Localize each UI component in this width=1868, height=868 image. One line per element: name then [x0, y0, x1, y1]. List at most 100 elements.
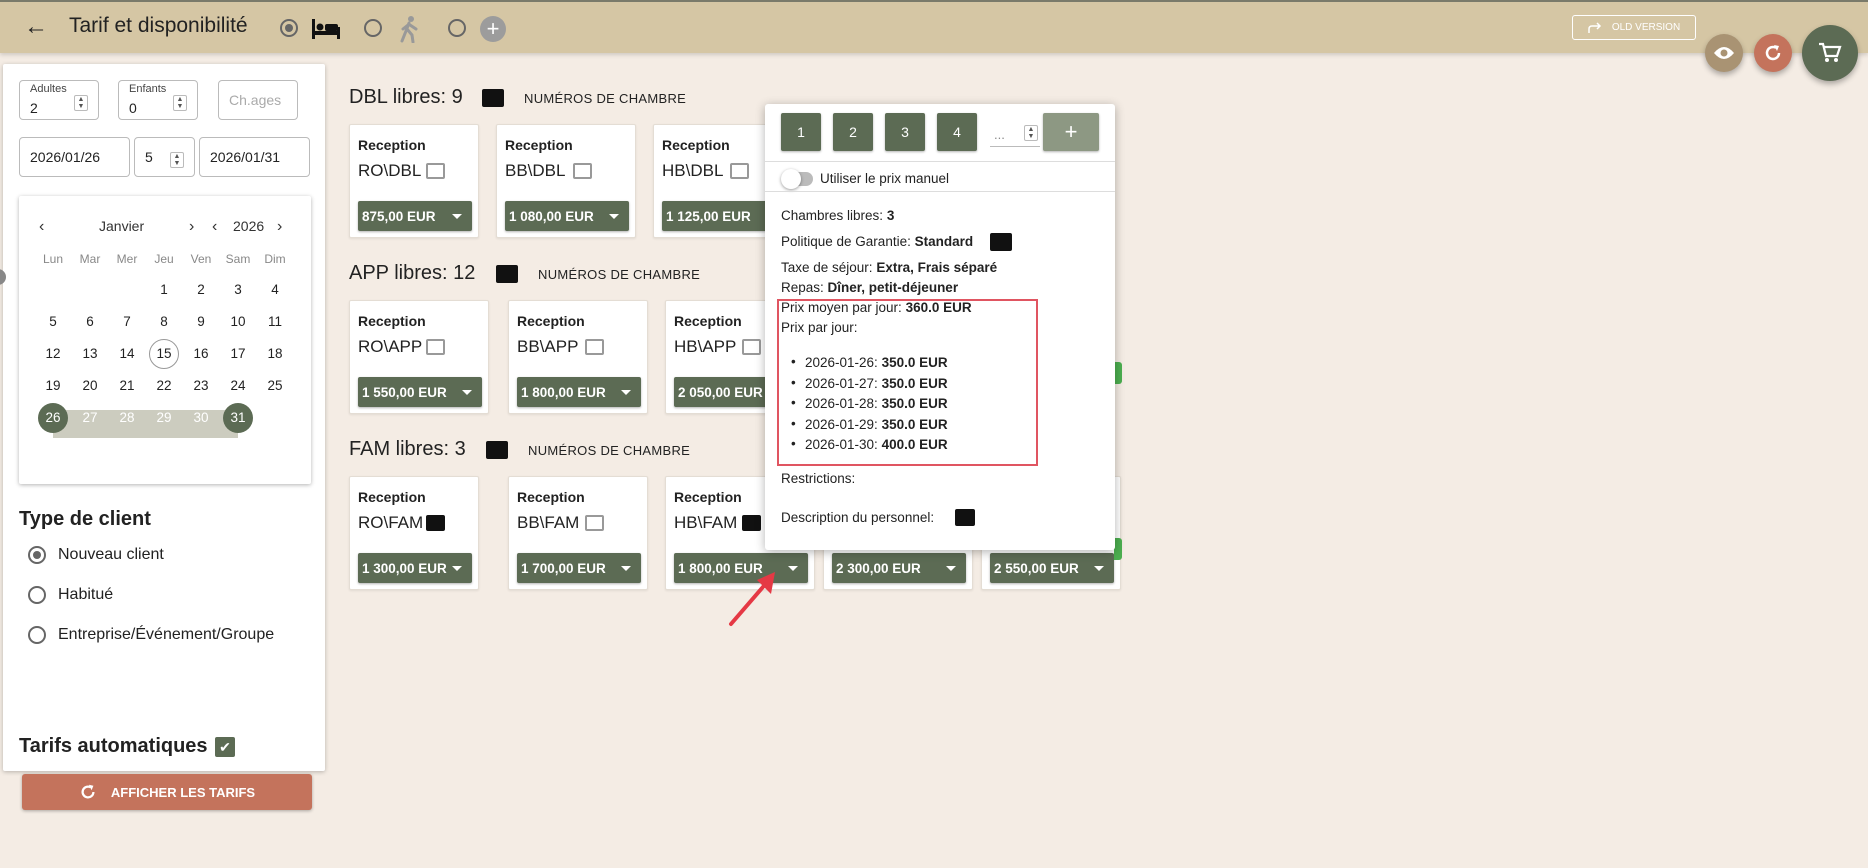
calendar-year[interactable]: 2026: [233, 218, 264, 234]
client-type-radio[interactable]: [28, 586, 46, 604]
mode-radio-add[interactable]: [448, 19, 466, 37]
add-rooms-button[interactable]: +: [1043, 113, 1099, 151]
calendar-day[interactable]: 28: [109, 404, 145, 432]
calendar-day[interactable]: 13: [72, 340, 108, 368]
calendar-day[interactable]: 25: [257, 372, 293, 400]
price-dropdown-button[interactable]: 1 300,00 EUR: [358, 553, 472, 583]
calendar-day[interactable]: 9: [183, 308, 219, 336]
price-dropdown-button[interactable]: 1 080,00 EUR: [505, 201, 629, 231]
price-dropdown-button[interactable]: 2 300,00 EUR: [832, 553, 966, 583]
calendar-day[interactable]: 15: [149, 339, 179, 369]
nights-stepper[interactable]: ▲ ▼: [170, 152, 184, 168]
prev-month-icon[interactable]: ‹: [39, 218, 44, 236]
quantity-stepper[interactable]: ▲ ▼: [1024, 125, 1038, 141]
calendar-day[interactable]: 8: [146, 308, 182, 336]
calendar-day[interactable]: 23: [183, 372, 219, 400]
calendar-day[interactable]: 31: [223, 403, 253, 433]
nights-value[interactable]: 5: [145, 149, 153, 165]
next-year-icon[interactable]: ›: [277, 218, 282, 236]
room-numbers-link[interactable]: NUMÉROS DE CHAMBRE: [538, 267, 700, 282]
rate-comment-icon[interactable]: [742, 515, 761, 531]
quantity-button[interactable]: 2: [833, 113, 873, 151]
preview-button[interactable]: [1705, 34, 1743, 72]
calendar-day[interactable]: 2: [183, 276, 219, 304]
calendar-day[interactable]: 11: [257, 308, 293, 336]
children-value[interactable]: 0: [129, 100, 137, 116]
room-numbers-link[interactable]: NUMÉROS DE CHAMBRE: [524, 91, 686, 106]
client-type-option[interactable]: Entreprise/Événement/Groupe: [58, 626, 274, 644]
adults-field[interactable]: Adultes 2 ▲ ▼: [19, 80, 99, 120]
calendar-day[interactable]: 1: [146, 276, 182, 304]
calendar-day[interactable]: 16: [183, 340, 219, 368]
rate-comment-icon[interactable]: [730, 163, 749, 179]
calendar-day[interactable]: 26: [38, 403, 68, 433]
date-from-field[interactable]: 2026/01/26: [19, 137, 130, 177]
calendar-day[interactable]: 3: [220, 276, 256, 304]
group-comment-icon[interactable]: [482, 89, 504, 107]
quantity-button[interactable]: 1: [781, 113, 821, 151]
rate-comment-icon[interactable]: [426, 339, 445, 355]
price-dropdown-button[interactable]: 2 550,00 EUR: [990, 553, 1114, 583]
mode-radio-walkin[interactable]: [364, 19, 382, 37]
children-stepper[interactable]: ▲ ▼: [173, 95, 187, 111]
calendar-day[interactable]: 29: [146, 404, 182, 432]
calendar-day[interactable]: 22: [146, 372, 182, 400]
room-numbers-link[interactable]: NUMÉROS DE CHAMBRE: [528, 443, 690, 458]
price-dropdown-button[interactable]: 1 800,00 EUR: [517, 377, 641, 407]
refresh-button[interactable]: [1754, 34, 1792, 72]
calendar-day[interactable]: 18: [257, 340, 293, 368]
prev-year-icon[interactable]: ‹: [212, 218, 217, 236]
calendar-day[interactable]: 21: [109, 372, 145, 400]
children-field[interactable]: Enfants 0 ▲ ▼: [118, 80, 198, 120]
back-arrow-icon[interactable]: ←: [24, 15, 48, 39]
price-dropdown-button[interactable]: 875,00 EUR: [358, 201, 472, 231]
rate-comment-icon[interactable]: [585, 515, 604, 531]
calendar-day[interactable]: 12: [35, 340, 71, 368]
price-dropdown-button[interactable]: 1 550,00 EUR: [358, 377, 482, 407]
quantity-button[interactable]: 4: [937, 113, 977, 151]
staff-comment-icon[interactable]: [955, 509, 975, 526]
calendar-day[interactable]: 10: [220, 308, 256, 336]
rate-comment-icon[interactable]: [573, 163, 592, 179]
calendar-day[interactable]: 24: [220, 372, 256, 400]
calendar-day[interactable]: 30: [183, 404, 219, 432]
calendar-day[interactable]: 20: [72, 372, 108, 400]
next-month-icon[interactable]: ›: [189, 218, 194, 236]
auto-rates-checkbox[interactable]: ✔: [215, 737, 235, 757]
calendar-day[interactable]: 27: [72, 404, 108, 432]
client-type-option[interactable]: Habitué: [58, 586, 113, 604]
calendar-month[interactable]: Janvier: [99, 218, 144, 234]
cart-button[interactable]: [1802, 25, 1858, 81]
calendar-day[interactable]: 7: [109, 308, 145, 336]
group-comment-icon[interactable]: [486, 441, 508, 459]
date-from-value[interactable]: 2026/01/26: [30, 149, 100, 165]
quantity-input[interactable]: ... ▲ ▼: [990, 121, 1040, 147]
adults-value[interactable]: 2: [30, 100, 38, 116]
calendar-day[interactable]: 6: [72, 308, 108, 336]
old-version-button[interactable]: OLD VERSION: [1572, 15, 1696, 40]
client-type-radio[interactable]: [28, 626, 46, 644]
add-circle-icon[interactable]: +: [480, 16, 506, 42]
rate-comment-icon[interactable]: [426, 163, 445, 179]
date-to-field[interactable]: 2026/01/31: [199, 137, 310, 177]
quantity-button[interactable]: 3: [885, 113, 925, 151]
children-ages-field[interactable]: Ch.ages: [218, 80, 298, 120]
rate-comment-icon[interactable]: [742, 339, 761, 355]
calendar-day[interactable]: 19: [35, 372, 71, 400]
nights-field[interactable]: 5 ▲ ▼: [134, 137, 195, 177]
guarantee-comment-icon[interactable]: [990, 233, 1012, 251]
show-rates-button[interactable]: AFFICHER LES TARIFS: [22, 774, 312, 810]
client-type-option[interactable]: Nouveau client: [58, 546, 164, 564]
calendar-day[interactable]: 5: [35, 308, 71, 336]
price-dropdown-button[interactable]: 1 700,00 EUR: [517, 553, 641, 583]
manual-price-toggle[interactable]: [781, 169, 813, 189]
client-type-radio[interactable]: [28, 546, 46, 564]
rate-comment-icon[interactable]: [585, 339, 604, 355]
adults-stepper[interactable]: ▲ ▼: [74, 95, 88, 111]
calendar-day[interactable]: 17: [220, 340, 256, 368]
rate-comment-icon[interactable]: [426, 515, 445, 531]
calendar-day[interactable]: 4: [257, 276, 293, 304]
group-comment-icon[interactable]: [496, 265, 518, 283]
date-to-value[interactable]: 2026/01/31: [210, 149, 280, 165]
mode-radio-bed[interactable]: [280, 19, 298, 37]
